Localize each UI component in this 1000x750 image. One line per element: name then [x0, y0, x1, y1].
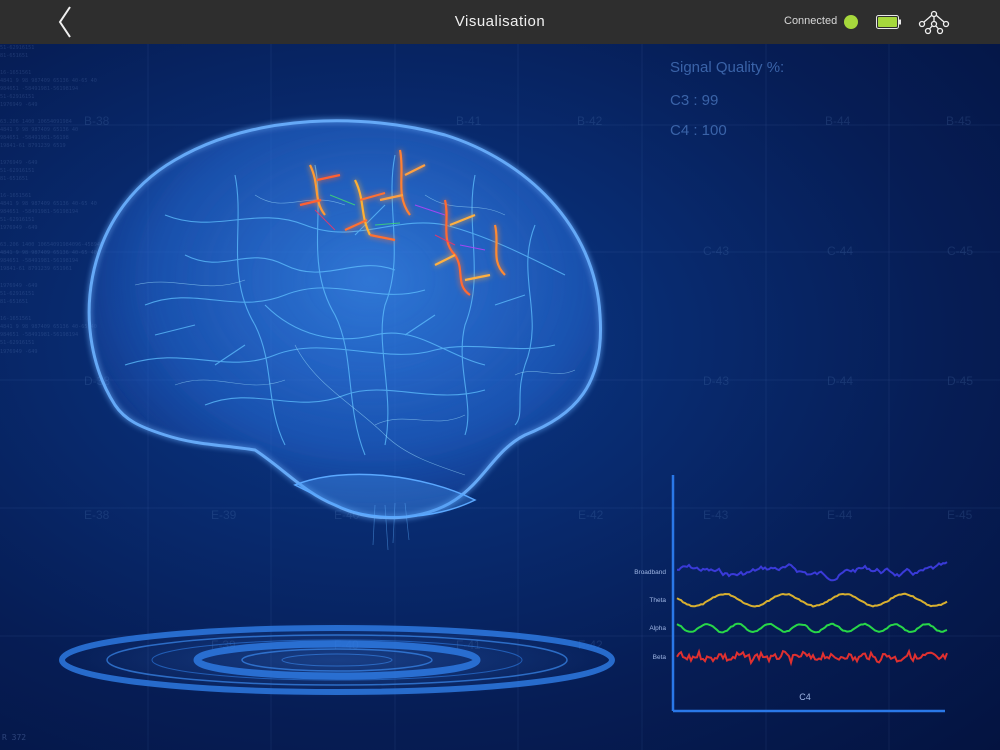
battery-icon: [876, 15, 901, 29]
top-bar: Visualisation Connected: [0, 0, 1000, 44]
chart-x-label: C4: [799, 692, 811, 702]
wave-label-broadband: Broadband: [634, 569, 666, 576]
connection-status-text: Connected: [784, 15, 838, 27]
wave-label-theta: Theta: [649, 597, 666, 604]
eeg-wave-chart: Broadband Theta Alpha Beta C4: [634, 475, 948, 713]
visualisation-screen: B-38 B-41 B-42 B-44 B-45 C-43 C-44 C-45 D-38 D-43…: [0, 0, 1000, 750]
grid-label: B-45: [946, 114, 972, 128]
signal-quality-c3: C3 : 99: [670, 92, 719, 109]
grid-label: D-44: [827, 374, 854, 388]
wave-line-broadband: [676, 561, 948, 582]
signal-quality-c4: C4 : 100: [670, 122, 727, 139]
grid-label: C-43: [703, 244, 730, 258]
connection-status-dot: [844, 15, 858, 29]
grid-label: C-44: [827, 244, 854, 258]
corner-code: R 372: [2, 733, 27, 742]
wave-label-beta: Beta: [653, 654, 667, 661]
grid-label: B-44: [825, 114, 851, 128]
network-tree-icon[interactable]: [918, 10, 950, 36]
grid-label: C-45: [947, 244, 974, 258]
back-chevron-icon[interactable]: [52, 4, 78, 40]
wave-line-beta: [676, 648, 948, 667]
grid-label: D-43: [703, 374, 730, 388]
brain-visualisation[interactable]: [55, 105, 615, 585]
signal-quality-title: Signal Quality %:: [670, 59, 785, 76]
wave-line-alpha: [676, 622, 948, 634]
wave-line-theta: [676, 592, 948, 608]
wave-label-alpha: Alpha: [649, 625, 666, 632]
hologram-base-rings: [52, 622, 622, 698]
grid-label: D-45: [947, 374, 974, 388]
